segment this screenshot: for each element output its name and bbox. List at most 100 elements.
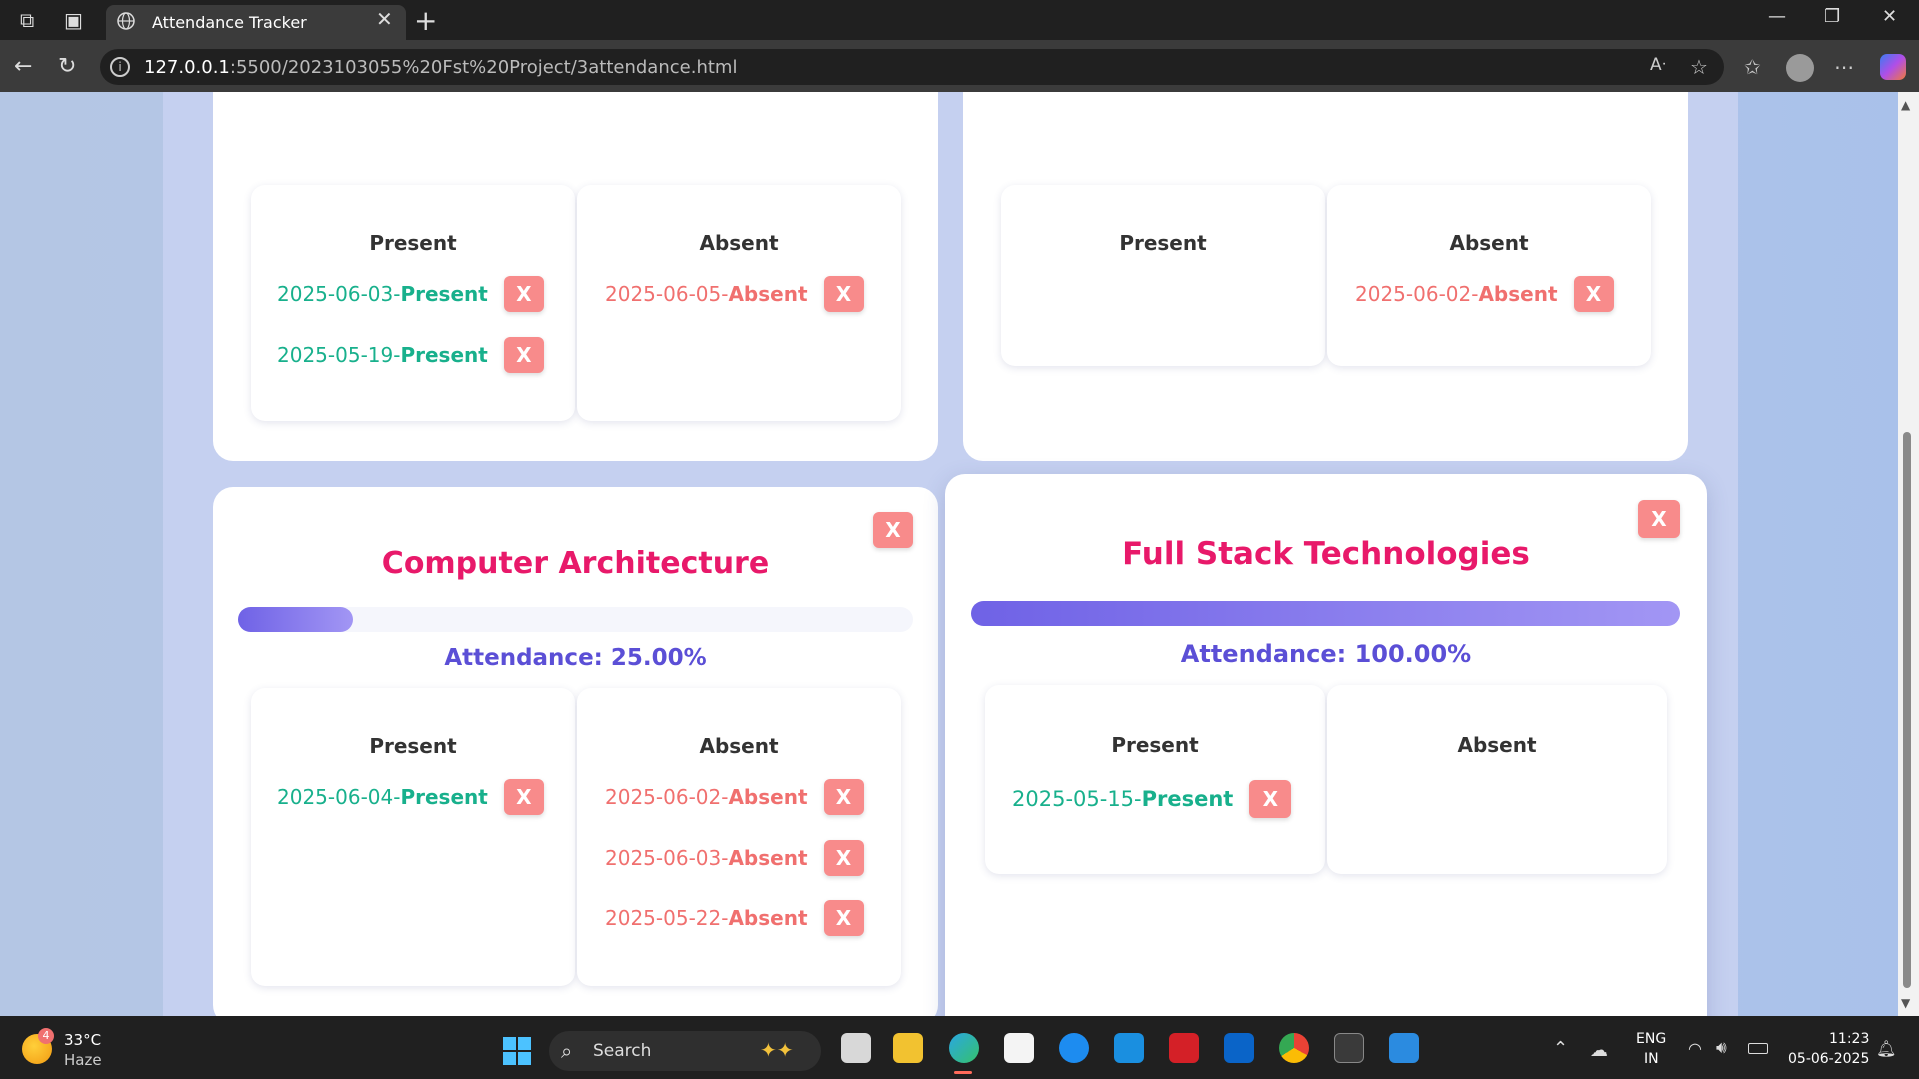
entry-date: 2025-05-15 <box>1012 787 1135 811</box>
weather-desc: Haze <box>64 1051 102 1069</box>
favorites-icon[interactable]: ✩ <box>1744 55 1761 79</box>
restore-icon[interactable]: ❐ <box>1824 6 1840 27</box>
favorite-star-icon[interactable]: ☆ <box>1690 55 1708 79</box>
absent-column: Absent <box>1327 685 1667 874</box>
entry-date: 2025-05-22 <box>605 906 722 930</box>
absent-entry: 2025-06-05 - Absent X <box>605 276 864 312</box>
tab-actions-icon[interactable]: ▣ <box>64 8 83 32</box>
myhp-icon[interactable] <box>1114 1033 1144 1063</box>
battery-icon[interactable] <box>1748 1043 1768 1054</box>
weather-badge: 4 <box>38 1028 54 1044</box>
present-column-title: Present <box>369 231 457 255</box>
windows-start-icon[interactable] <box>502 1036 532 1070</box>
delete-subject-button[interactable]: X <box>1638 500 1680 538</box>
minimize-icon[interactable]: — <box>1768 6 1786 27</box>
attendance-bar-fill <box>238 607 353 632</box>
absent-column-title: Absent <box>1457 733 1537 757</box>
tab-attendance-tracker[interactable]: Attendance Tracker <box>106 5 406 40</box>
subject-card: Present 2025-06-03 - Present X 2025-05-19… <box>213 92 938 461</box>
absent-entry: 2025-06-03 - Absent X <box>605 840 864 876</box>
attendance-bar <box>238 607 913 632</box>
present-list: 2025-05-15 - Present X <box>1012 780 1292 818</box>
absent-column-title: Absent <box>699 231 779 255</box>
store-icon[interactable] <box>1004 1033 1034 1063</box>
absent-list: 2025-06-05 - Absent X <box>605 276 864 312</box>
entry-status: Absent <box>1478 282 1558 306</box>
copilot-icon[interactable] <box>1880 54 1906 80</box>
present-entry: 2025-05-15 - Present X <box>1012 780 1292 818</box>
delete-entry-button[interactable]: X <box>1249 780 1292 818</box>
subject-card-computer-architecture: X Computer Architecture Attendance: 25.0… <box>213 487 938 1016</box>
chevron-up-icon[interactable]: ⌃ <box>1553 1038 1568 1059</box>
more-icon[interactable]: ⋯ <box>1834 55 1854 79</box>
entry-date: 2025-06-04 <box>277 785 394 809</box>
vscode-icon[interactable] <box>1389 1033 1419 1063</box>
entry-status: Absent <box>728 906 808 930</box>
absent-list: 2025-06-02 - Absent X <box>1355 276 1614 312</box>
present-column: Present <box>1001 185 1325 366</box>
wifi-icon[interactable]: ◠ <box>1688 1039 1702 1058</box>
delete-entry-button[interactable]: X <box>823 840 864 876</box>
present-list: 2025-06-03 - Present X 2025-05-19 - Prese… <box>277 276 544 373</box>
workspaces-icon[interactable]: ⧉ <box>20 8 34 32</box>
entry-status: Present <box>1141 787 1234 811</box>
scroll-up-icon[interactable]: ▲ <box>1901 98 1910 112</box>
outlook-icon[interactable] <box>1224 1033 1254 1063</box>
close-window-icon[interactable]: ✕ <box>1882 6 1897 27</box>
entry-date: 2025-06-03 <box>277 282 394 306</box>
mcafee-icon[interactable] <box>1169 1033 1199 1063</box>
absent-list: 2025-06-02 - Absent X 2025-06-03 - Absent… <box>605 779 864 936</box>
absent-column-title: Absent <box>699 734 779 758</box>
delete-entry-button[interactable]: X <box>823 779 864 815</box>
delete-entry-button[interactable]: X <box>823 276 864 312</box>
page-viewport: Present 2025-06-03 - Present X 2025-05-19… <box>0 92 1898 1016</box>
edge-browser-icon[interactable] <box>949 1033 979 1063</box>
profile-avatar[interactable] <box>1786 54 1814 82</box>
search-icon: ⌕ <box>561 1039 573 1063</box>
tab-title: Attendance Tracker <box>152 13 307 32</box>
read-aloud-icon[interactable]: Aᐧ <box>1650 55 1666 75</box>
subject-title: Full Stack Technologies <box>1122 536 1530 572</box>
present-entry: 2025-05-19 - Present X <box>277 337 544 373</box>
volume-icon[interactable]: 🔊︎ <box>1716 1038 1727 1058</box>
present-column-title: Present <box>369 734 457 758</box>
absent-entry: 2025-06-02 - Absent X <box>1355 276 1614 312</box>
new-tab-icon[interactable]: + <box>414 4 437 37</box>
url-host: 127.0.0.1 <box>144 56 230 78</box>
site-info-icon[interactable]: i <box>110 57 130 77</box>
language-top[interactable]: ENG <box>1636 1031 1666 1047</box>
delete-entry-button[interactable]: X <box>503 779 544 815</box>
delete-entry-button[interactable]: X <box>1573 276 1614 312</box>
delete-subject-button[interactable]: X <box>873 512 913 548</box>
terminal-icon[interactable] <box>1334 1033 1364 1063</box>
entry-date: 2025-06-03 <box>605 846 722 870</box>
absent-entry: 2025-05-22 - Absent X <box>605 900 864 936</box>
globe-icon <box>116 11 136 35</box>
delete-entry-button[interactable]: X <box>823 900 864 936</box>
back-icon[interactable]: ← <box>14 54 32 79</box>
language-bottom[interactable]: IN <box>1644 1051 1659 1067</box>
entry-status: Present <box>400 282 488 306</box>
scroll-down-icon[interactable]: ▼ <box>1901 996 1910 1010</box>
refresh-icon[interactable]: ↻ <box>58 54 76 79</box>
clock-date[interactable]: 05-06-2025 <box>1788 1051 1869 1067</box>
subject-card: Present Absent 2025-06-02 - Absent X <box>963 92 1688 461</box>
subjects-container: Present 2025-06-03 - Present X 2025-05-19… <box>163 92 1738 1016</box>
address-bar[interactable]: 127.0.0.1:5500/2023103055%20Fst%20Projec… <box>100 49 1724 85</box>
clock-time[interactable]: 11:23 <box>1829 1031 1869 1047</box>
delete-entry-button[interactable]: X <box>503 337 544 373</box>
help-icon[interactable] <box>1059 1033 1089 1063</box>
notification-bell-icon[interactable]: 🔔︎ <box>1876 1039 1896 1058</box>
attendance-percentage: Attendance: 25.00% <box>444 645 707 671</box>
task-view-icon[interactable] <box>841 1033 871 1063</box>
sparkle-icon: ✦✦ <box>760 1038 794 1062</box>
scrollbar-thumb[interactable] <box>1903 432 1911 988</box>
file-explorer-icon[interactable] <box>893 1033 923 1063</box>
absent-entry: 2025-06-02 - Absent X <box>605 779 864 815</box>
delete-entry-button[interactable]: X <box>503 276 544 312</box>
entry-status: Absent <box>728 282 808 306</box>
chrome-icon[interactable] <box>1279 1033 1309 1063</box>
entry-status: Present <box>400 343 488 367</box>
onedrive-icon[interactable]: ☁ <box>1590 1040 1608 1061</box>
close-tab-icon[interactable]: ✕ <box>376 7 393 31</box>
